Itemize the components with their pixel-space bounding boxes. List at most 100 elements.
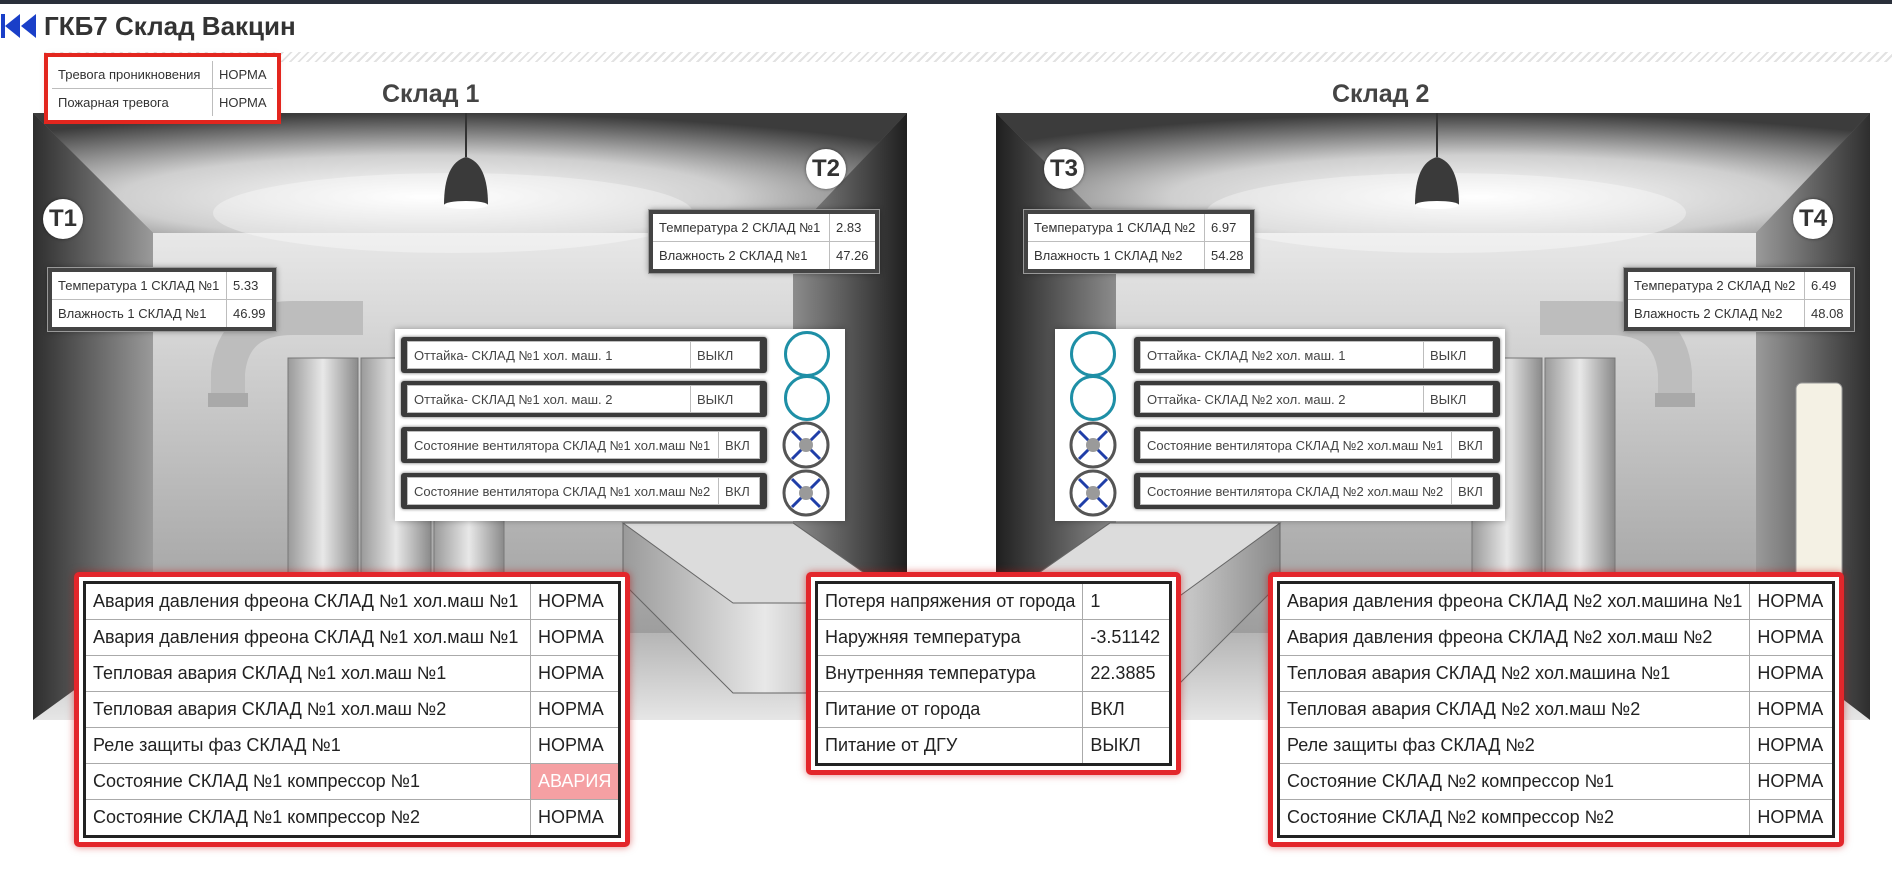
control-row-fan-1[interactable]: Состояние вентилятора СКЛАД №1 хол.маш №… — [401, 427, 767, 463]
power-label: Питание от ДГУ — [815, 727, 1084, 765]
status-label: Состояние СКЛАД №1 компрессор №1 — [84, 763, 531, 800]
table-row: Реле защиты фаз СКЛАД №2 НОРМА — [1277, 727, 1835, 764]
status-value: НОРМА — [1749, 691, 1835, 728]
status-value: НОРМА — [529, 691, 621, 728]
control-label: Состояние вентилятора СКЛАД №2 хол.маш №… — [1140, 477, 1452, 505]
sensor-badge-t1: T1 — [43, 199, 83, 239]
page-title: ГКБ7 Склад Вакцин — [44, 10, 296, 41]
sensor-label: Температура 2 СКЛАД №1 — [650, 211, 830, 242]
sensor-label: Температура 1 СКЛАД №1 — [49, 269, 227, 300]
table-row: Влажность 1 СКЛАД №2 54.28 — [1025, 241, 1253, 272]
control-row-fan-1[interactable]: Состояние вентилятора СКЛАД №2 хол.маш №… — [1134, 427, 1500, 463]
control-label: Состояние вентилятора СКЛАД №2 хол.маш №… — [1140, 431, 1452, 459]
sensor-value: 5.33 — [225, 269, 275, 300]
table-row: Состояние СКЛАД №1 компрессор №2 НОРМА — [84, 799, 621, 837]
power-label: Потеря напряжения от города — [815, 582, 1084, 620]
power-value: ВЫКЛ — [1082, 727, 1172, 765]
control-label: Оттайка- СКЛАД №2 хол. маш. 2 — [1140, 385, 1424, 413]
power-status-panel: Потеря напряжения от города 1 Наружняя те… — [806, 572, 1182, 775]
fan-2-icon[interactable] — [1069, 469, 1117, 517]
table-row: Температура 1 СКЛАД №1 5.33 — [49, 269, 275, 300]
power-label: Наружняя температура — [815, 619, 1084, 656]
control-row-defrost-2[interactable]: Оттайка- СКЛАД №1 хол. маш. 2 ВЫКЛ — [401, 381, 767, 417]
table-row: Питание от города ВКЛ — [815, 691, 1172, 728]
warehouse-2-title: Склад 2 — [1332, 80, 1430, 108]
status-value: НОРМА — [529, 727, 621, 764]
table-row: Влажность 2 СКЛАД №2 48.08 — [1625, 299, 1853, 330]
rewind-back-icon[interactable] — [0, 11, 40, 41]
sensor-label: Влажность 2 СКЛАД №2 — [1625, 299, 1805, 330]
defrost-1-indicator[interactable] — [1070, 331, 1116, 377]
sensor-value: 54.28 — [1203, 241, 1253, 272]
status-label: Тепловая авария СКЛАД №2 хол.машина №1 — [1277, 655, 1751, 692]
defrost-2-indicator[interactable] — [784, 375, 830, 421]
status-label: Авария давления фреона СКЛАД №2 хол.маш … — [1277, 619, 1751, 656]
power-label: Внутренняя температура — [815, 655, 1084, 692]
control-row-defrost-1[interactable]: Оттайка- СКЛАД №1 хол. маш. 1 ВЫКЛ — [401, 337, 767, 373]
table-row: Внутренняя температура 22.3885 — [815, 655, 1172, 692]
alarm-value: НОРМА — [211, 88, 276, 119]
table-row: Температура 1 СКЛАД №2 6.97 — [1025, 211, 1253, 242]
control-value: ВЫКЛ — [690, 341, 760, 369]
sensor-value: 6.97 — [1203, 211, 1253, 242]
control-row-defrost-1[interactable]: Оттайка- СКЛАД №2 хол. маш. 1 ВЫКЛ — [1134, 337, 1500, 373]
status-label: Авария давления фреона СКЛАД №1 хол.маш … — [84, 619, 531, 656]
top-bar — [0, 0, 1892, 4]
status-value: НОРМА — [1749, 619, 1835, 656]
sensor-value: 2.83 — [828, 211, 878, 242]
warehouse-1-control-panel: Оттайка- СКЛАД №1 хол. маш. 1 ВЫКЛ Оттай… — [395, 329, 845, 521]
control-label: Состояние вентилятора СКЛАД №1 хол.маш №… — [407, 431, 719, 459]
status-value: НОРМА — [529, 619, 621, 656]
table-row: Тепловая авария СКЛАД №2 хол.машина №1 НО… — [1277, 655, 1835, 692]
defrost-1-indicator[interactable] — [784, 331, 830, 377]
warehouse-2-status-table: Авария давления фреона СКЛАД №2 хол.маши… — [1277, 581, 1836, 838]
control-row-defrost-2[interactable]: Оттайка- СКЛАД №2 хол. маш. 2 ВЫКЛ — [1134, 381, 1500, 417]
sensor-label: Влажность 1 СКЛАД №2 — [1025, 241, 1205, 272]
status-value: НОРМА — [529, 582, 621, 620]
control-value: ВЫКЛ — [690, 385, 760, 413]
status-value: НОРМА — [1749, 655, 1835, 692]
table-row: Пожарная тревога НОРМА — [49, 88, 276, 119]
defrost-2-indicator[interactable] — [1070, 375, 1116, 421]
alarm-label: Тревога проникновения — [49, 58, 213, 89]
fan-1-icon[interactable] — [1069, 421, 1117, 469]
sensor-badge-t2: T2 — [806, 149, 846, 189]
control-label: Состояние вентилятора СКЛАД №1 хол.маш №… — [407, 477, 719, 505]
table-row: Авария давления фреона СКЛАД №1 хол.маш … — [84, 582, 621, 620]
sensor-badge-t4: T4 — [1793, 199, 1833, 239]
control-value: ВЫКЛ — [1423, 341, 1493, 369]
table-row: Состояние СКЛАД №1 компрессор №1 АВАРИЯ — [84, 763, 621, 800]
sensor-badge-t3: T3 — [1044, 149, 1084, 189]
status-label: Тепловая авария СКЛАД №2 хол.маш №2 — [1277, 691, 1751, 728]
status-value: НОРМА — [1749, 799, 1835, 837]
power-value: 22.3885 — [1082, 655, 1172, 692]
sensor-value: 48.08 — [1803, 299, 1853, 330]
status-label: Авария давления фреона СКЛАД №1 хол.маш … — [84, 582, 531, 620]
status-label: Состояние СКЛАД №2 компрессор №2 — [1277, 799, 1751, 837]
control-value: ВЫКЛ — [1423, 385, 1493, 413]
control-value: ВКЛ — [718, 477, 760, 505]
power-label: Питание от города — [815, 691, 1084, 728]
control-value: ВКЛ — [1451, 431, 1493, 459]
control-row-fan-2[interactable]: Состояние вентилятора СКЛАД №2 хол.маш №… — [1134, 473, 1500, 509]
table-row: Наружняя температура -3.51142 — [815, 619, 1172, 656]
table-row: Состояние СКЛАД №2 компрессор №2 НОРМА — [1277, 799, 1835, 837]
table-row: Температура 2 СКЛАД №1 2.83 — [650, 211, 878, 242]
header: ГКБ7 Склад Вакцин — [0, 8, 1892, 44]
power-value: ВКЛ — [1082, 691, 1172, 728]
control-row-fan-2[interactable]: Состояние вентилятора СКЛАД №1 хол.маш №… — [401, 473, 767, 509]
table-row: Тепловая авария СКЛАД №1 хол.маш №2 НОРМА — [84, 691, 621, 728]
table-row: Авария давления фреона СКЛАД №2 хол.маш … — [1277, 619, 1835, 656]
fan-1-icon[interactable] — [782, 421, 830, 469]
status-label: Реле защиты фаз СКЛАД №2 — [1277, 727, 1751, 764]
security-alarms-table: Тревога проникновения НОРМА Пожарная тре… — [44, 53, 281, 124]
table-row: Потеря напряжения от города 1 — [815, 582, 1172, 620]
warehouse-1-title: Склад 1 — [382, 80, 480, 108]
sensor-label: Влажность 2 СКЛАД №1 — [650, 241, 830, 272]
status-value: НОРМА — [1749, 763, 1835, 800]
alarm-value: НОРМА — [211, 58, 276, 89]
fan-2-icon[interactable] — [782, 469, 830, 517]
table-row: Состояние СКЛАД №2 компрессор №1 НОРМА — [1277, 763, 1835, 800]
status-value: НОРМА — [1749, 727, 1835, 764]
control-value: ВКЛ — [1451, 477, 1493, 505]
